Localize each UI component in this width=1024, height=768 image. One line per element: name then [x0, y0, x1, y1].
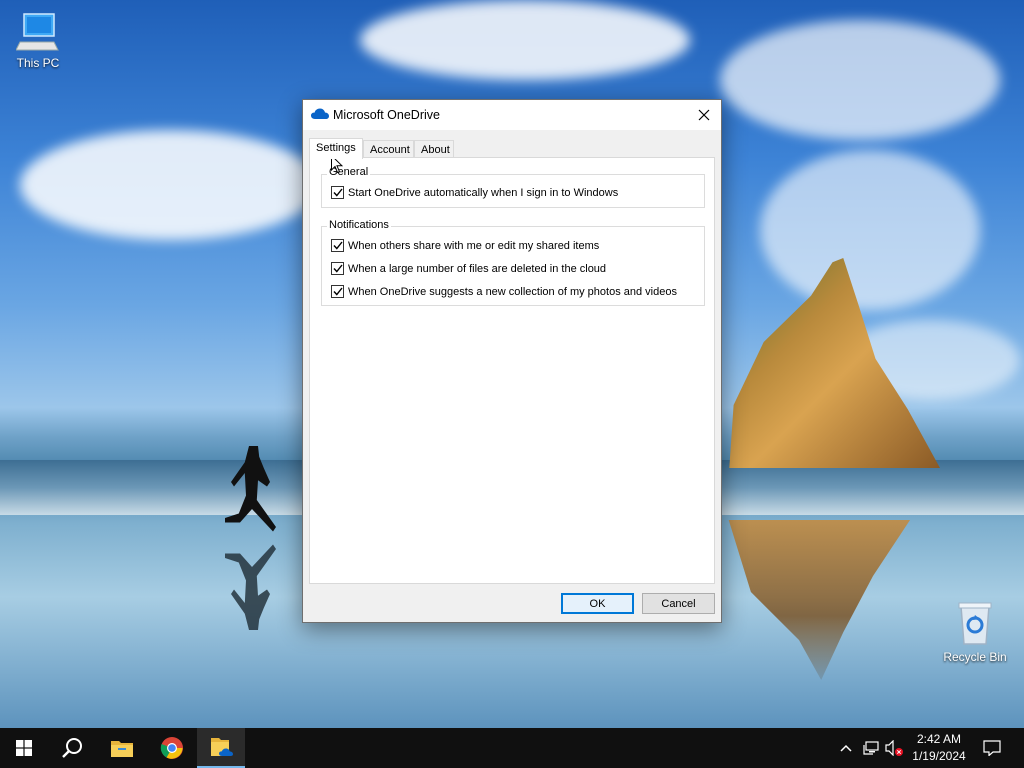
taskbar-file-explorer[interactable] [98, 728, 146, 768]
tray-network[interactable] [859, 728, 883, 768]
checkmark-icon [332, 287, 343, 296]
recycle-bin-icon [958, 602, 992, 645]
checkbox-share-edit[interactable]: When others share with me or edit my sha… [331, 239, 599, 252]
onedrive-folder-icon [211, 738, 233, 756]
notifications-group-label: Notifications [327, 219, 391, 231]
volume-muted-icon [885, 740, 903, 756]
onedrive-settings-dialog: Microsoft OneDrive Settings Account Abou… [302, 99, 722, 623]
tab-label: About [421, 144, 450, 156]
checkbox-files-deleted[interactable]: When a large number of files are deleted… [331, 262, 606, 275]
start-button[interactable] [0, 728, 48, 768]
dialog-title: Microsoft OneDrive [333, 108, 440, 122]
tray-show-hidden-icons[interactable] [833, 728, 859, 768]
checkbox-label: Start OneDrive automatically when I sign… [348, 186, 619, 199]
chevron-up-icon [840, 744, 852, 752]
checkbox-label: When OneDrive suggests a new collection … [348, 285, 677, 298]
network-icon [863, 741, 879, 755]
rock-reflection [728, 520, 910, 680]
taskbar-clock[interactable]: 2:42 AM 1/19/2024 [905, 731, 973, 765]
search-icon [62, 738, 82, 758]
checkbox-box[interactable] [331, 186, 344, 199]
close-icon [698, 109, 710, 121]
desktop-icon-label: Recycle Bin [943, 650, 1007, 664]
tab-account[interactable]: Account [363, 140, 414, 158]
checkmark-icon [332, 241, 343, 250]
notification-icon [983, 740, 1001, 756]
windows-start-icon [16, 740, 32, 756]
taskbar-chrome[interactable] [148, 728, 196, 768]
checkmark-icon [332, 188, 343, 197]
title-bar[interactable]: Microsoft OneDrive [303, 100, 721, 130]
cloud [720, 20, 1000, 140]
clock-time: 2:42 AM [916, 732, 962, 746]
tab-settings[interactable]: Settings [309, 138, 363, 159]
cancel-button[interactable]: Cancel [642, 593, 715, 614]
search-button[interactable] [48, 728, 96, 768]
ok-button-label: OK [589, 597, 606, 610]
cloud [20, 130, 320, 240]
checkbox-photo-collection[interactable]: When OneDrive suggests a new collection … [331, 285, 677, 298]
desktop-icon-this-pc[interactable]: This PC [0, 12, 76, 70]
tab-label: Settings [316, 142, 356, 154]
checkmark-icon [332, 264, 343, 273]
ok-button[interactable]: OK [561, 593, 634, 614]
taskbar-onedrive-folder[interactable] [197, 728, 245, 768]
runner-reflection [225, 544, 276, 630]
cloud [360, 0, 690, 80]
checkbox-box[interactable] [331, 262, 344, 275]
action-center-button[interactable] [975, 728, 1009, 768]
taskbar: 2:42 AM 1/19/2024 [0, 728, 1024, 768]
desktop-icon-label: This PC [16, 56, 60, 70]
checkbox-box[interactable] [331, 285, 344, 298]
checkbox-label: When others share with me or edit my sha… [348, 239, 600, 252]
tray-volume[interactable] [883, 728, 905, 768]
tab-about[interactable]: About [414, 140, 454, 158]
checkbox-label: When a large number of files are deleted… [348, 262, 607, 275]
clock-date: 1/19/2024 [912, 749, 966, 763]
settings-panel: General Start OneDrive automatically whe… [309, 157, 715, 584]
close-button[interactable] [687, 100, 721, 130]
cancel-button-label: Cancel [661, 597, 696, 610]
file-explorer-icon [111, 741, 133, 757]
computer-icon [16, 13, 59, 51]
tab-label: Account [370, 144, 410, 156]
onedrive-cloud-icon [311, 108, 329, 119]
chrome-icon [160, 737, 183, 759]
cloud [760, 150, 980, 310]
checkbox-start-automatically[interactable]: Start OneDrive automatically when I sign… [331, 186, 618, 199]
checkbox-box[interactable] [331, 239, 344, 252]
desktop-icon-recycle-bin[interactable]: Recycle Bin [937, 600, 1013, 664]
